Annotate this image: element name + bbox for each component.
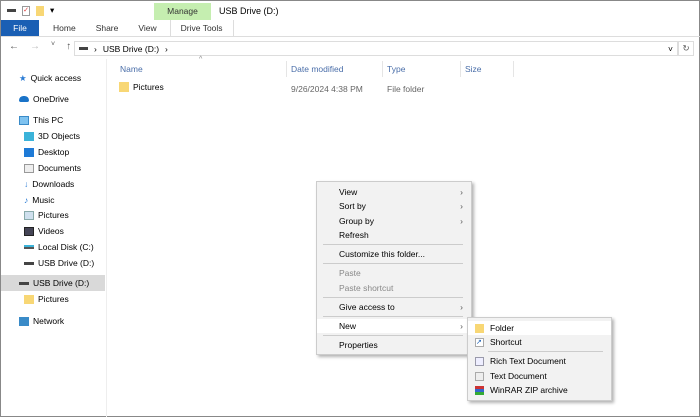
usb-drive-icon — [79, 47, 88, 50]
menu-separator — [323, 335, 463, 336]
sidebar-item-usb-drive-selected[interactable]: USB Drive (D:) — [1, 275, 105, 291]
up-button[interactable]: ↑ — [66, 41, 71, 52]
sidebar-item-downloads[interactable]: ↓ Downloads — [1, 176, 105, 192]
submenu-item-text-document[interactable]: Text Document — [468, 369, 611, 383]
menu-item-customize-folder[interactable]: Customize this folder... — [317, 247, 471, 261]
music-icon: ♪ — [24, 195, 29, 205]
document-icon — [24, 163, 34, 173]
menu-item-paste-shortcut: Paste shortcut — [339, 283, 394, 293]
download-icon: ↓ — [24, 179, 29, 189]
ribbon-tabs: File Home Share View Drive Tools — [1, 20, 700, 37]
column-header-type[interactable]: Type — [387, 64, 405, 74]
menu-separator — [323, 263, 463, 264]
chevron-right-icon: › — [460, 302, 463, 312]
address-bar[interactable]: › USB Drive (D:) › ˅ — [74, 41, 678, 56]
folder-icon — [24, 294, 34, 304]
cloud-icon — [19, 96, 29, 102]
rtf-document-icon — [475, 357, 484, 366]
address-dropdown-icon[interactable]: ˅ — [668, 44, 673, 54]
desktop-icon — [24, 147, 34, 157]
tab-home[interactable]: Home — [43, 20, 86, 36]
menu-item-refresh[interactable]: Refresh — [317, 228, 471, 242]
file-date: 9/26/2024 4:38 PM — [291, 84, 363, 94]
column-header-size[interactable]: Size — [465, 64, 482, 74]
pictures-icon — [24, 210, 34, 220]
sidebar-item-local-disk[interactable]: Local Disk (C:) — [1, 239, 105, 255]
file-row[interactable]: Pictures — [119, 82, 164, 92]
menu-separator — [488, 351, 603, 352]
menu-item-view[interactable]: View › — [317, 185, 471, 199]
drive-icon[interactable] — [7, 9, 16, 12]
usb-drive-icon — [19, 281, 29, 285]
chevron-right-icon: › — [460, 216, 463, 226]
navigation-pane: ★ Quick access OneDrive This PC 3D Object… — [1, 59, 107, 417]
submenu-item-shortcut[interactable]: ↗ Shortcut — [468, 335, 611, 349]
text-document-icon — [475, 372, 484, 381]
menu-item-group-by[interactable]: Group by › — [317, 214, 471, 228]
submenu-item-rich-text-document[interactable]: Rich Text Document — [468, 354, 611, 368]
sidebar-item-quick-access[interactable]: ★ Quick access — [1, 70, 105, 86]
chevron-right-icon: › — [460, 321, 463, 331]
menu-separator — [323, 244, 463, 245]
cube-icon — [24, 131, 34, 141]
properties-icon[interactable]: ✓ — [22, 5, 30, 16]
recent-dropdown[interactable]: ˅ — [51, 41, 55, 52]
manage-context-tab[interactable]: Manage — [154, 3, 211, 20]
column-header-name[interactable]: Name — [120, 64, 143, 74]
quick-access-toolbar: ✓ ▾ — [7, 5, 54, 16]
star-icon: ★ — [19, 72, 27, 83]
refresh-button[interactable]: ↻ — [678, 41, 694, 56]
context-menu: View › Sort by › Group by › Refresh Customi… — [316, 181, 472, 355]
sidebar-item-usb-drive[interactable]: USB Drive (D:) — [1, 255, 105, 271]
breadcrumb-usb-drive[interactable]: USB Drive (D:) — [103, 44, 159, 54]
winrar-icon — [475, 386, 484, 395]
menu-item-give-access[interactable]: Give access to › — [317, 300, 471, 314]
submenu-item-folder[interactable]: Folder — [468, 321, 611, 335]
sidebar-item-desktop[interactable]: Desktop — [1, 144, 105, 160]
menu-item-properties[interactable]: Properties — [317, 338, 471, 352]
sidebar-item-network[interactable]: Network — [1, 313, 105, 329]
sidebar-item-music[interactable]: ♪ Music — [1, 192, 105, 208]
forward-button[interactable]: → — [30, 41, 40, 52]
menu-item-sort-by[interactable]: Sort by › — [317, 199, 471, 213]
menu-item-paste: Paste — [339, 268, 361, 278]
video-icon — [24, 226, 34, 236]
sidebar-item-this-pc[interactable]: This PC — [1, 112, 105, 128]
usb-drive-icon — [24, 261, 34, 265]
tab-share[interactable]: Share — [86, 20, 129, 36]
menu-separator — [323, 316, 463, 317]
sidebar-item-documents[interactable]: Documents — [1, 160, 105, 176]
chevron-right-icon[interactable]: › — [94, 44, 97, 54]
folder-icon — [475, 324, 484, 333]
tab-drive-tools[interactable]: Drive Tools — [169, 20, 234, 36]
tab-file[interactable]: File — [1, 20, 39, 36]
back-button[interactable]: ← — [9, 41, 19, 52]
new-submenu: Folder ↗ Shortcut Rich Text Document Text… — [467, 317, 612, 401]
monitor-icon — [19, 115, 29, 125]
shortcut-icon: ↗ — [475, 338, 484, 347]
window-title: USB Drive (D:) — [219, 6, 279, 16]
chevron-right-icon[interactable]: › — [165, 44, 168, 54]
chevron-right-icon: › — [460, 187, 463, 197]
tab-view[interactable]: View — [128, 20, 166, 36]
sidebar-item-videos[interactable]: Videos — [1, 223, 105, 239]
sidebar-item-onedrive[interactable]: OneDrive — [1, 91, 105, 107]
new-folder-icon[interactable] — [36, 5, 44, 16]
chevron-right-icon: › — [460, 201, 463, 211]
column-header-date-modified[interactable]: Date modified — [291, 64, 343, 74]
sidebar-item-3d-objects[interactable]: 3D Objects — [1, 128, 105, 144]
customize-dropdown-icon[interactable]: ▾ — [50, 5, 54, 16]
menu-separator — [323, 297, 463, 298]
file-type: File folder — [387, 84, 425, 94]
sort-ascending-icon: ^ — [199, 56, 203, 63]
disk-icon — [24, 245, 34, 249]
sidebar-item-pictures-folder[interactable]: Pictures — [1, 291, 105, 307]
network-icon — [19, 316, 29, 326]
folder-icon — [119, 82, 129, 92]
menu-item-new[interactable]: New › — [317, 319, 471, 333]
submenu-item-winrar-zip[interactable]: WinRAR ZIP archive — [468, 383, 611, 397]
sidebar-item-pictures[interactable]: Pictures — [1, 207, 105, 223]
